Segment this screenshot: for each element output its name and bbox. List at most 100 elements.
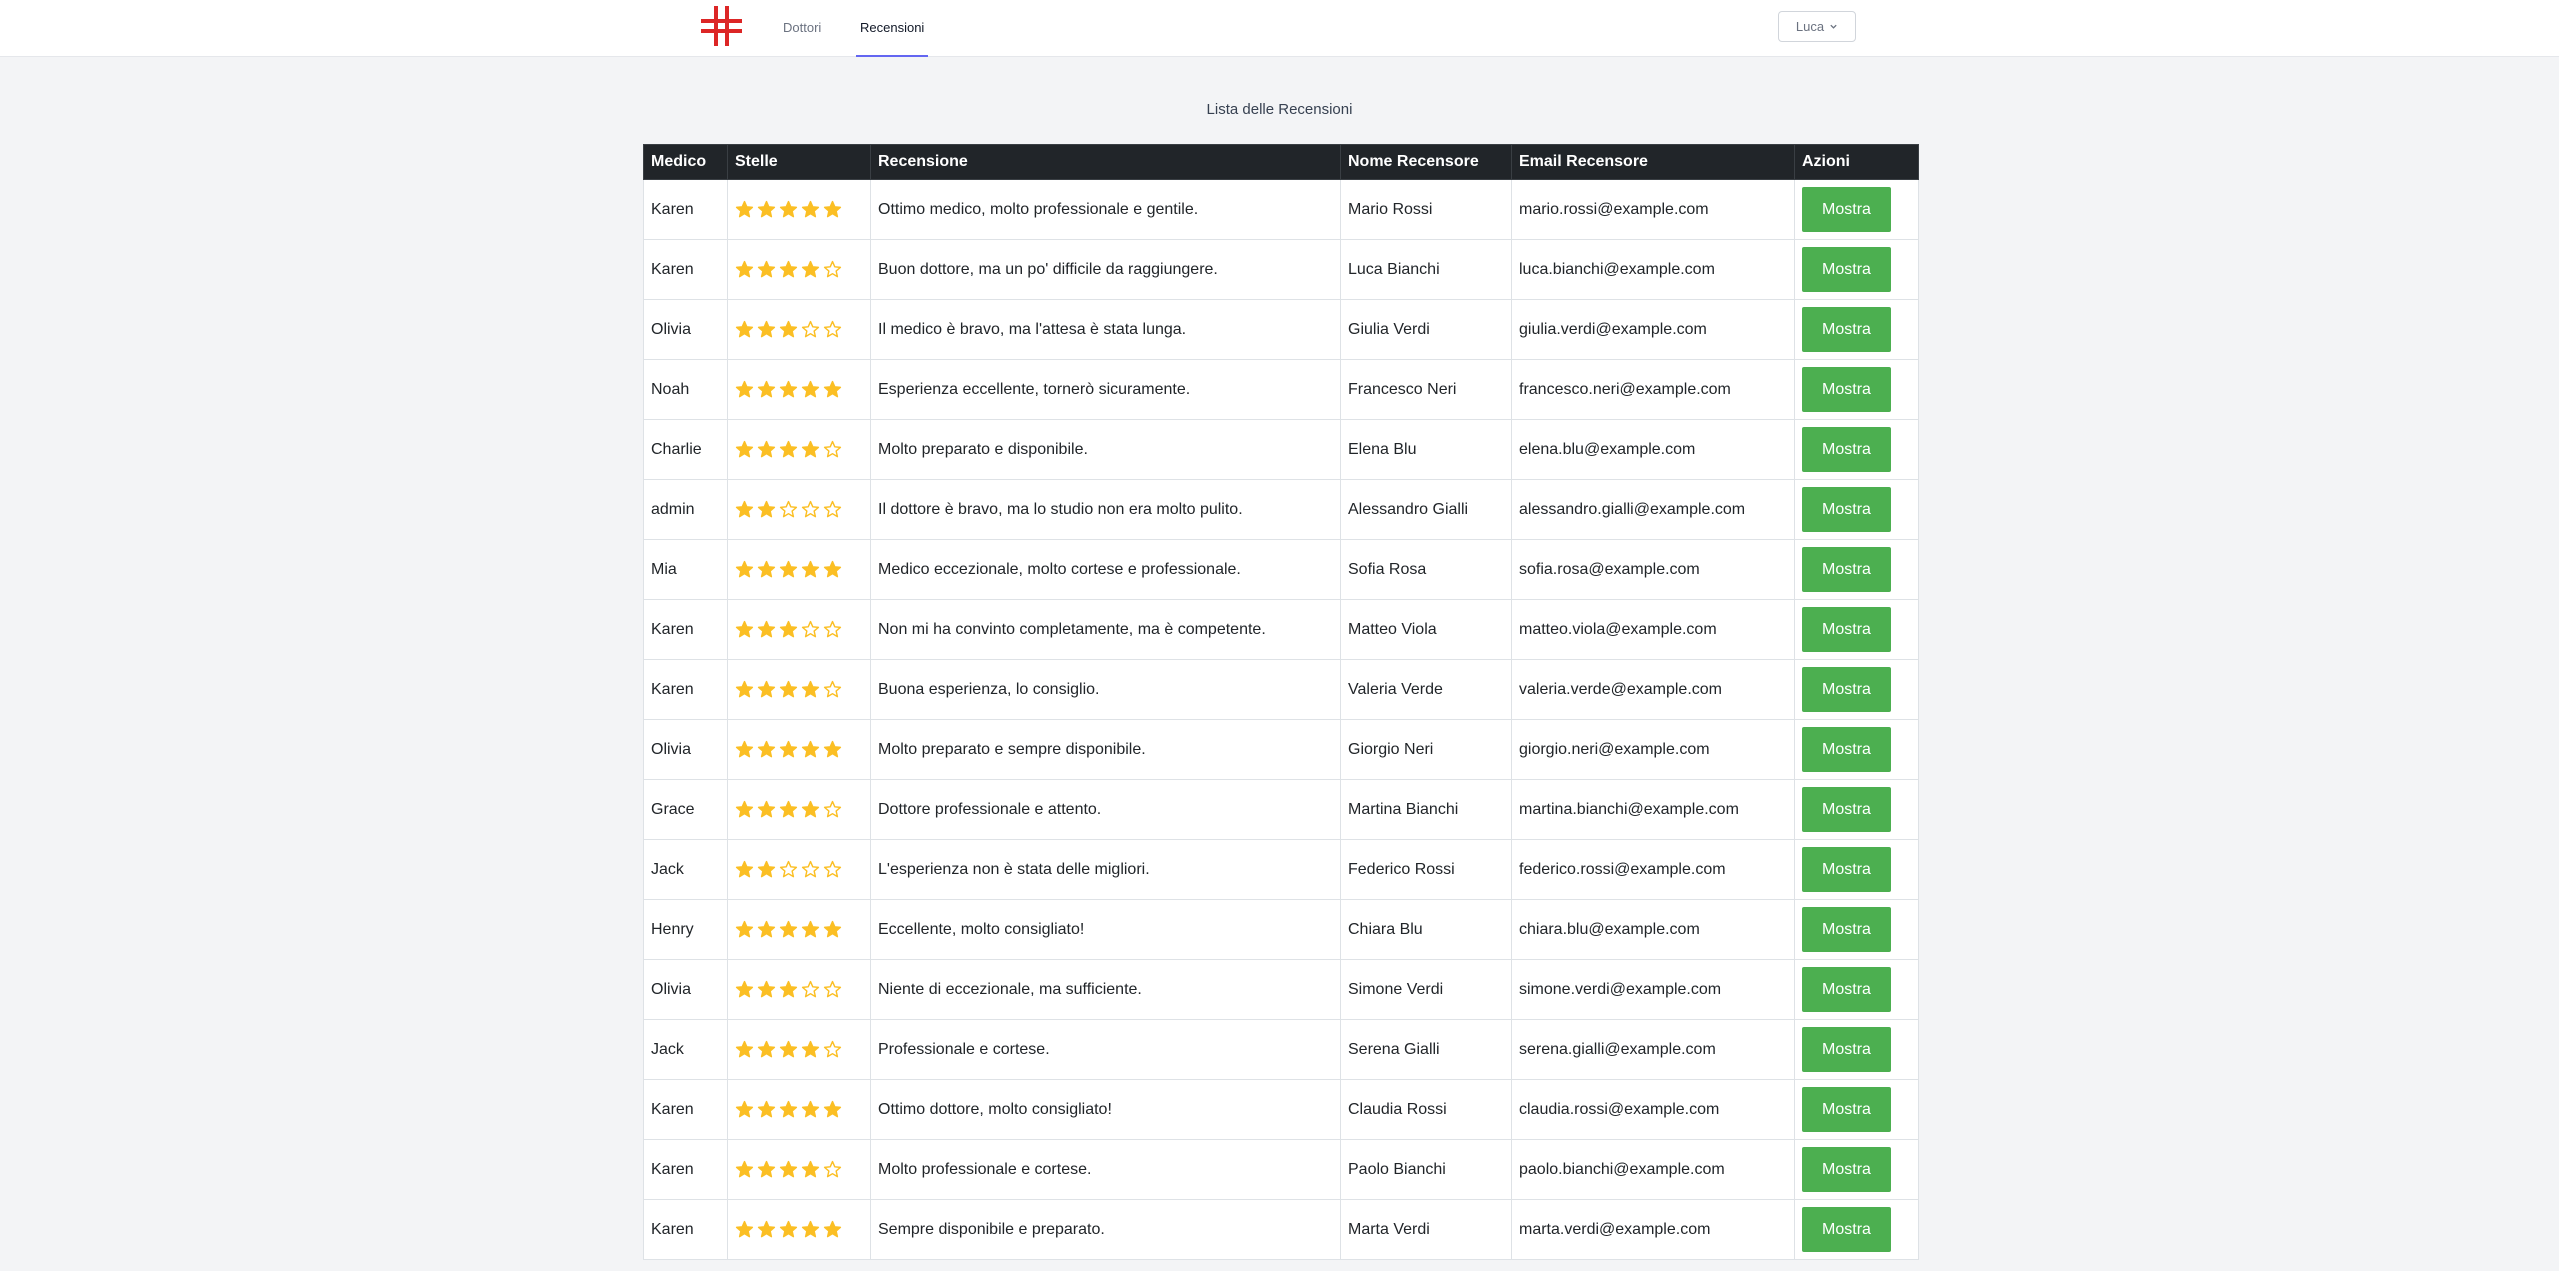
star-empty-icon [823, 980, 842, 998]
table-row: Karen Ottimo dottore, molto consigliato! C… [643, 1079, 1919, 1140]
mostra-button[interactable]: Mostra [1802, 607, 1891, 652]
star-filled-icon [757, 920, 776, 938]
cell-recensione: Dottore professionale e attento. [870, 779, 1341, 840]
header-recensione[interactable]: Recensione [870, 144, 1341, 180]
star-filled-icon [801, 1160, 820, 1178]
star-filled-icon [801, 560, 820, 578]
cell-recensione: Molto preparato e sempre disponibile. [870, 719, 1341, 780]
mostra-button[interactable]: Mostra [1802, 667, 1891, 712]
star-filled-icon [757, 800, 776, 818]
user-menu-button[interactable]: Luca [1778, 11, 1856, 42]
star-filled-icon [823, 560, 842, 578]
star-rating [735, 860, 863, 879]
star-filled-icon [779, 440, 798, 458]
cell-email-recensore: valeria.verde@example.com [1511, 659, 1795, 720]
cell-email-recensore: mario.rossi@example.com [1511, 179, 1795, 240]
star-empty-icon [801, 980, 820, 998]
mostra-button[interactable]: Mostra [1802, 247, 1891, 292]
cell-email-recensore: luca.bianchi@example.com [1511, 239, 1795, 300]
cell-email-recensore: giulia.verdi@example.com [1511, 299, 1795, 360]
cell-nome-recensore: Matteo Viola [1340, 599, 1512, 660]
mostra-button[interactable]: Mostra [1802, 907, 1891, 952]
star-empty-icon [823, 620, 842, 638]
cell-stelle [727, 899, 871, 960]
star-empty-icon [823, 860, 842, 878]
cell-stelle [727, 179, 871, 240]
cell-nome-recensore: Mario Rossi [1340, 179, 1512, 240]
cell-azioni: Mostra [1794, 719, 1919, 780]
cell-stelle [727, 599, 871, 660]
chevron-down-icon [1830, 24, 1837, 29]
header-nome-recensore[interactable]: Nome Recensore [1340, 144, 1512, 180]
cell-email-recensore: marta.verdi@example.com [1511, 1199, 1795, 1260]
nav-link-dottori[interactable]: Dottori [783, 0, 821, 57]
mostra-button[interactable]: Mostra [1802, 367, 1891, 412]
cell-azioni: Mostra [1794, 899, 1919, 960]
star-rating [735, 320, 863, 339]
cell-nome-recensore: Chiara Blu [1340, 899, 1512, 960]
cell-stelle [727, 839, 871, 900]
cell-medico: Karen [643, 179, 728, 240]
mostra-button[interactable]: Mostra [1802, 967, 1891, 1012]
star-filled-icon [779, 980, 798, 998]
mostra-button[interactable]: Mostra [1802, 1147, 1891, 1192]
cell-nome-recensore: Francesco Neri [1340, 359, 1512, 420]
star-filled-icon [779, 380, 798, 398]
cell-medico: Karen [643, 239, 728, 300]
mostra-button[interactable]: Mostra [1802, 1207, 1891, 1252]
cell-azioni: Mostra [1794, 239, 1919, 300]
cell-stelle [727, 1139, 871, 1200]
star-filled-icon [779, 200, 798, 218]
cell-email-recensore: alessandro.gialli@example.com [1511, 479, 1795, 540]
cell-stelle [727, 479, 871, 540]
star-rating [735, 1160, 863, 1179]
cell-recensione: Niente di eccezionale, ma sufficiente. [870, 959, 1341, 1020]
cell-medico: Karen [643, 1079, 728, 1140]
cell-azioni: Mostra [1794, 959, 1919, 1020]
mostra-button[interactable]: Mostra [1802, 1087, 1891, 1132]
cell-nome-recensore: Martina Bianchi [1340, 779, 1512, 840]
table-row: Olivia Niente di eccezionale, ma sufficie… [643, 959, 1919, 1020]
star-filled-icon [757, 200, 776, 218]
cell-medico: Olivia [643, 719, 728, 780]
star-filled-icon [823, 1100, 842, 1118]
star-empty-icon [801, 620, 820, 638]
mostra-button[interactable]: Mostra [1802, 787, 1891, 832]
star-filled-icon [779, 680, 798, 698]
mostra-button[interactable]: Mostra [1802, 847, 1891, 892]
cell-email-recensore: sofia.rosa@example.com [1511, 539, 1795, 600]
nav-link-recensioni[interactable]: Recensioni [856, 0, 929, 57]
mostra-button[interactable]: Mostra [1802, 487, 1891, 532]
cell-stelle [727, 959, 871, 1020]
star-filled-icon [779, 740, 798, 758]
cell-recensione: Molto preparato e disponibile. [870, 419, 1341, 480]
table-row: Olivia Il medico è bravo, ma l'attesa è s… [643, 299, 1919, 360]
cell-azioni: Mostra [1794, 539, 1919, 600]
mostra-button[interactable]: Mostra [1802, 727, 1891, 772]
mostra-button[interactable]: Mostra [1802, 1027, 1891, 1072]
star-filled-icon [757, 1100, 776, 1118]
star-rating [735, 380, 863, 399]
cell-medico: Charlie [643, 419, 728, 480]
header-stelle[interactable]: Stelle [727, 144, 871, 180]
mostra-button[interactable]: Mostra [1802, 547, 1891, 592]
cell-nome-recensore: Giulia Verdi [1340, 299, 1512, 360]
mostra-button[interactable]: Mostra [1802, 427, 1891, 472]
star-filled-icon [779, 1220, 798, 1238]
cell-stelle [727, 419, 871, 480]
cell-recensione: Sempre disponibile e preparato. [870, 1199, 1341, 1260]
star-filled-icon [779, 260, 798, 278]
header-medico[interactable]: Medico [643, 144, 728, 180]
medical-cross-logo[interactable] [701, 6, 745, 46]
star-empty-icon [823, 440, 842, 458]
cell-email-recensore: matteo.viola@example.com [1511, 599, 1795, 660]
user-name: Luca [1795, 19, 1825, 34]
star-filled-icon [757, 440, 776, 458]
header-email-recensore[interactable]: Email Recensore [1511, 144, 1795, 180]
page-title: Lista delle Recensioni [1206, 101, 1353, 118]
mostra-button[interactable]: Mostra [1802, 187, 1891, 232]
cell-recensione: Buona esperienza, lo consiglio. [870, 659, 1341, 720]
cell-azioni: Mostra [1794, 839, 1919, 900]
reviews-table-container: Medico Stelle Recensione Nome Recensore … [643, 144, 1919, 1260]
mostra-button[interactable]: Mostra [1802, 307, 1891, 352]
